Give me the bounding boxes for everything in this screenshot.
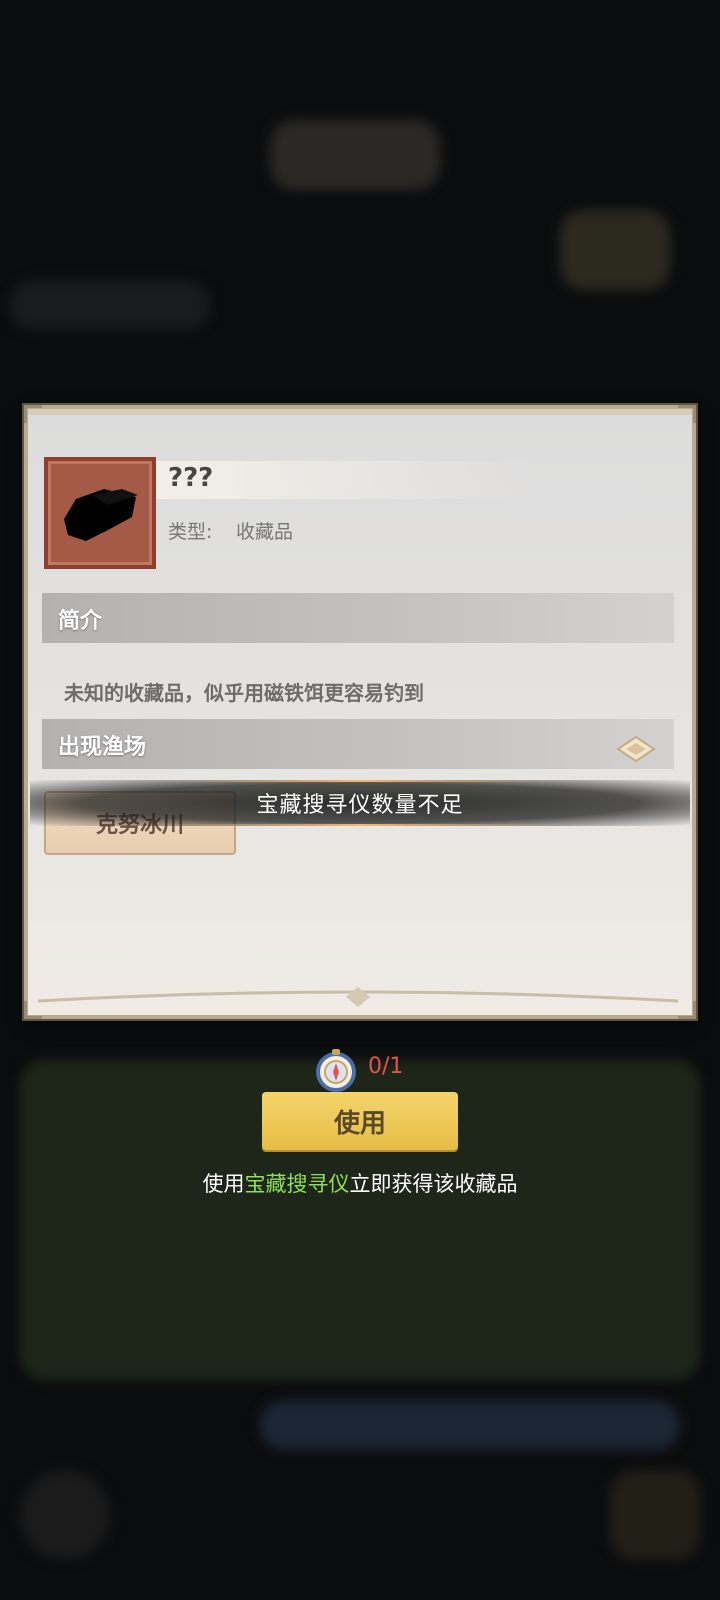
location-title: 出现渔场: [58, 735, 147, 760]
toast-text: 宝藏搜寻仪数量不足: [256, 793, 464, 818]
item-detail-panel: ??? 类型: 收藏品 简介 未知的收藏品，似乎用磁铁饵更容易钓到 出现渔场 克…: [24, 405, 696, 1019]
intro-section-bar: [42, 593, 674, 643]
item-icon-frame: [44, 457, 156, 569]
item-type-value: 收藏品: [236, 521, 294, 543]
corner-ornament: [678, 405, 696, 423]
bg-blob: [560, 210, 670, 290]
bg-blob: [20, 1470, 110, 1560]
toast-message: 宝藏搜寻仪数量不足: [30, 780, 690, 826]
hint-suffix: 立即获得该收藏品: [349, 1172, 518, 1196]
item-name: ???: [168, 463, 214, 493]
compass-icon: [316, 1049, 356, 1092]
bottom-ornament: [38, 987, 678, 1007]
item-type-label: 类型:: [168, 521, 213, 543]
hint-prefix: 使用: [202, 1172, 245, 1196]
panel-top-trim: [28, 409, 692, 415]
chevron-diamond-icon[interactable]: [614, 735, 658, 765]
corner-ornament: [678, 1001, 696, 1019]
use-button[interactable]: 使用: [262, 1092, 458, 1150]
bg-blob: [610, 1470, 700, 1560]
corner-ornament: [24, 405, 42, 423]
intro-text: 未知的收藏品，似乎用磁铁饵更容易钓到: [64, 681, 424, 705]
use-hint: 使用宝藏搜寻仪立即获得该收藏品: [0, 1168, 720, 1198]
chest-silhouette-icon: [64, 489, 138, 541]
bg-blob: [260, 1400, 680, 1450]
intro-title: 简介: [58, 609, 103, 634]
bg-blob: [10, 280, 210, 330]
hint-item: 宝藏搜寻仪: [244, 1172, 350, 1196]
bg-blob: [270, 120, 440, 190]
treasure-finder-count: 0/1: [368, 1054, 404, 1079]
